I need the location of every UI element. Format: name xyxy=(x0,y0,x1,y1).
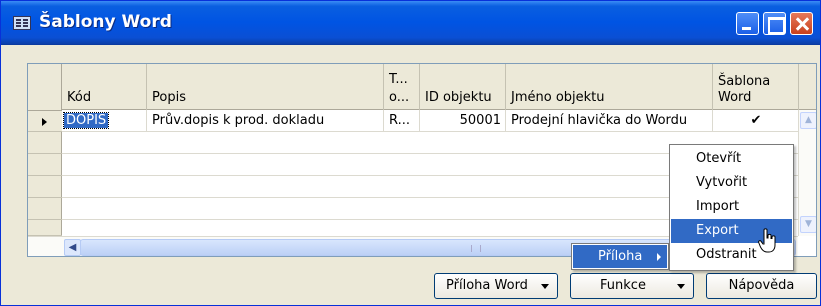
minimize-button[interactable] xyxy=(736,12,759,35)
cell-popis[interactable]: Prův.dopis k prod. dokladu xyxy=(147,110,384,132)
cell-typ[interactable]: R... xyxy=(384,110,420,132)
funkce-label: Funkce xyxy=(600,278,646,293)
hand-cursor-icon xyxy=(758,228,776,253)
scroll-left-icon[interactable]: ◀ xyxy=(64,239,81,256)
scroll-grip-icon xyxy=(471,245,481,252)
cell-jmeno[interactable]: Prodejní hlavička do Wordu xyxy=(506,110,713,132)
row-selector[interactable] xyxy=(28,110,62,132)
menu-item-priloha[interactable]: Příloha xyxy=(573,245,667,268)
row-selector[interactable] xyxy=(28,132,62,154)
column-header-typ[interactable]: T... o... xyxy=(384,64,420,110)
funkce-menu: Příloha xyxy=(571,243,669,270)
window: Šablony Word Kód Popis T... o... ID obje… xyxy=(0,0,821,306)
priloha-word-button[interactable]: Příloha Word xyxy=(434,273,558,299)
vertical-scrollbar[interactable]: ▲ ▼ xyxy=(798,110,816,236)
menu-item-vytvorit[interactable]: Vytvořit xyxy=(671,171,792,195)
submenu-arrow-icon xyxy=(657,253,661,261)
table-row[interactable]: DOPIS Prův.dopis k prod. dokladu R... 50… xyxy=(62,110,816,132)
column-header-jmeno[interactable]: Jméno objektu xyxy=(506,64,713,110)
priloha-word-label: Příloha Word xyxy=(446,278,528,293)
menu-item-otevrit[interactable]: Otevřít xyxy=(671,147,792,171)
maximize-button[interactable] xyxy=(763,12,786,35)
chevron-down-icon xyxy=(677,284,685,289)
row-selector[interactable] xyxy=(28,198,62,220)
column-header-sablona[interactable]: Šablona Word xyxy=(713,64,799,110)
chevron-down-icon xyxy=(541,284,549,289)
scroll-down-icon[interactable]: ▼ xyxy=(800,216,816,233)
row-selector[interactable] xyxy=(28,220,62,236)
cell-sablona-checkbox[interactable]: ✔ xyxy=(713,110,799,132)
row-selector[interactable] xyxy=(28,176,62,198)
napoveda-button[interactable]: Nápověda xyxy=(706,273,817,299)
title-bar[interactable]: Šablony Word xyxy=(1,1,820,45)
grid-header: Kód Popis T... o... ID objektu Jméno obj… xyxy=(28,64,816,110)
column-header-popis[interactable]: Popis xyxy=(147,64,384,110)
column-header-id[interactable]: ID objektu xyxy=(420,64,506,110)
row-selector[interactable] xyxy=(28,154,62,176)
column-header-kod[interactable]: Kód xyxy=(62,64,147,110)
current-row-arrow-icon xyxy=(42,118,47,126)
cell-id[interactable]: 50001 xyxy=(420,110,506,132)
cell-kod[interactable]: DOPIS xyxy=(62,110,147,132)
funkce-button[interactable]: Funkce xyxy=(570,273,694,299)
window-title: Šablony Word xyxy=(39,12,172,32)
menu-item-import[interactable]: Import xyxy=(671,195,792,219)
form-icon xyxy=(13,16,31,30)
napoveda-label: Nápověda xyxy=(728,278,795,293)
scroll-up-icon[interactable]: ▲ xyxy=(800,112,816,129)
close-button[interactable] xyxy=(790,12,813,35)
row-selector-column xyxy=(28,64,62,256)
